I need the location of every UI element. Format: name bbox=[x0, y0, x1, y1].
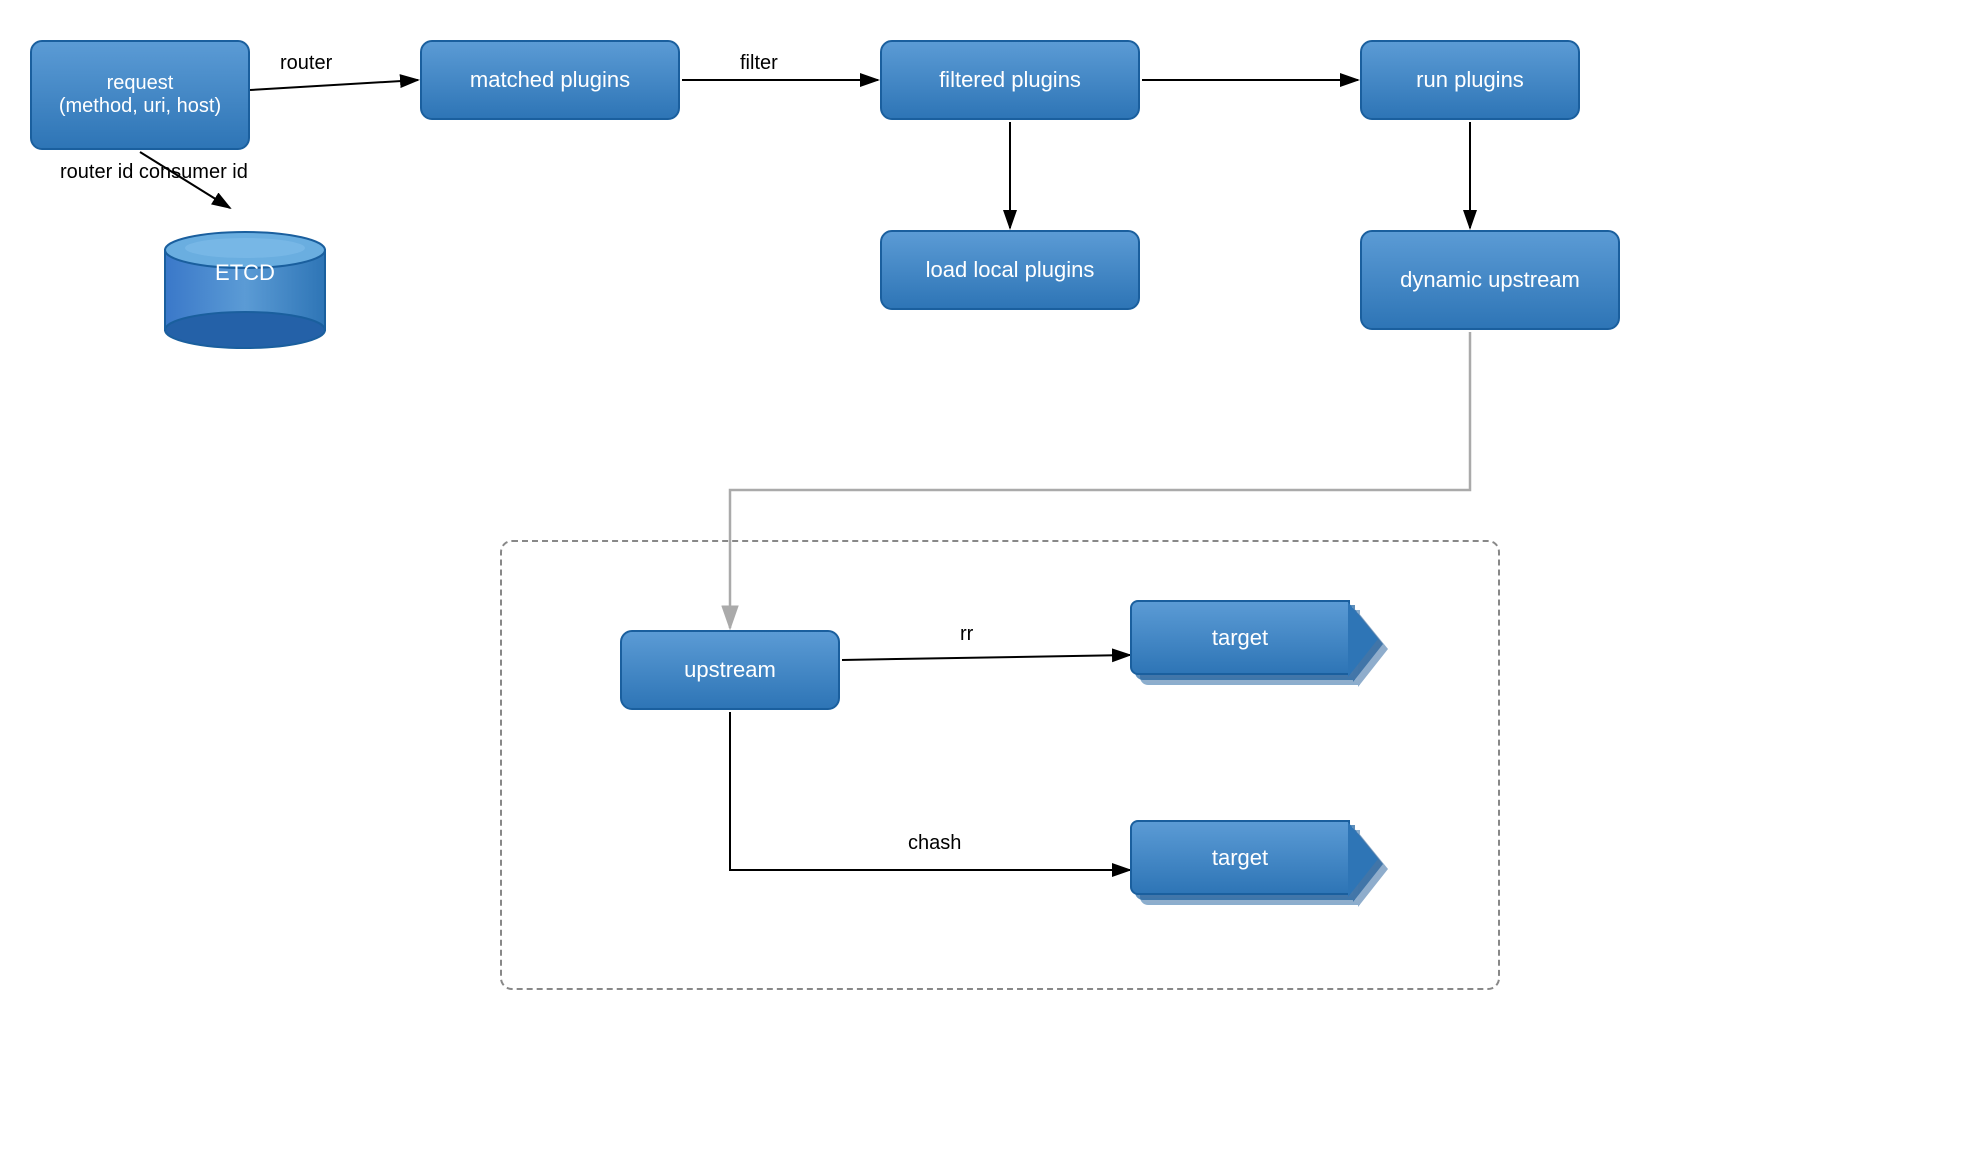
etcd-label: ETCD bbox=[155, 260, 335, 286]
label-filter: filter bbox=[740, 52, 778, 75]
node-load-local: load local plugins bbox=[880, 230, 1140, 310]
target-shape-1: target bbox=[1130, 600, 1350, 675]
node-matched: matched plugins bbox=[420, 40, 680, 120]
node-request: request (method, uri, host) bbox=[30, 40, 250, 150]
node-run: run plugins bbox=[1360, 40, 1580, 120]
target-shape-2: target bbox=[1130, 820, 1350, 895]
etcd-container: ETCD bbox=[155, 210, 335, 350]
node-filtered: filtered plugins bbox=[880, 40, 1140, 120]
label-router: router bbox=[280, 52, 332, 75]
node-dynamic: dynamic upstream bbox=[1360, 230, 1620, 330]
label-router-id: router id consumer id bbox=[60, 158, 248, 186]
diagram-container: router router id consumer id filter rr c… bbox=[0, 0, 1968, 1156]
